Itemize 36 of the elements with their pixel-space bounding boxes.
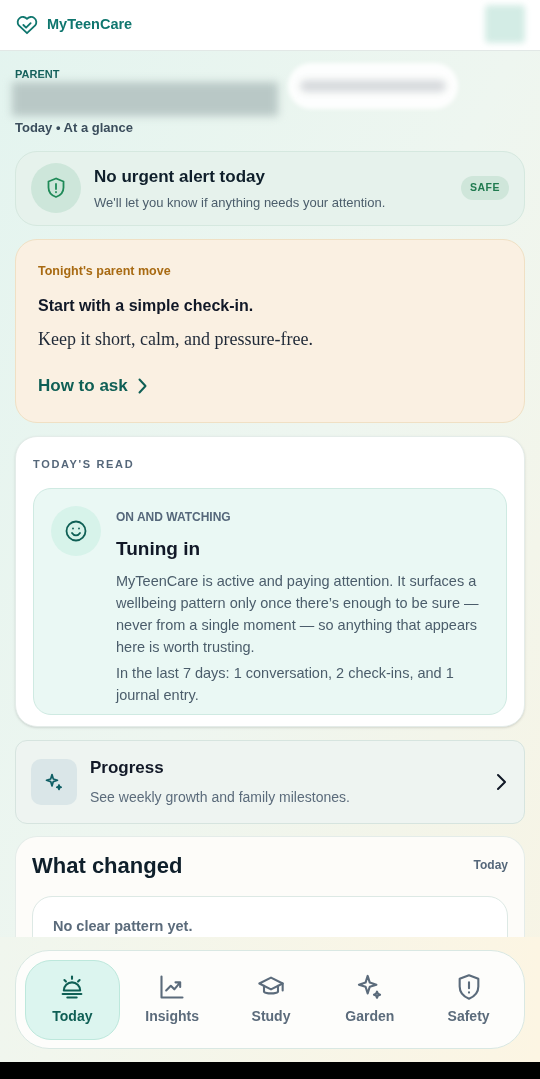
nav-tab[interactable]: Study [224,959,318,1040]
smile-icon [65,520,87,542]
progress-subtitle: See weekly growth and family milestones. [90,787,351,807]
section-title: What changed [32,851,183,880]
shield-alert-icon [46,177,66,199]
alert-message: We'll let you know if anything needs your attention. [94,193,387,212]
alert-title: No urgent alert today [94,166,266,188]
status-title: Tuning in [116,537,202,561]
sparkle-icon [355,972,384,1001]
chevron-right-icon [137,378,147,394]
blurred-button[interactable] [288,63,458,109]
card-body: Keep it short, calm, and pressure-free. [38,328,314,352]
role-label: PARENT [15,69,61,80]
card-title: Start with a simple check-in. [38,296,255,317]
page-subtitle: Today • At a glance [15,119,134,137]
progress-title: Progress [90,757,165,780]
date-label: Today [473,857,508,874]
section-heading: TODAY'S READ [33,456,136,472]
chevron-right-icon [496,772,506,791]
blurred-avatar[interactable] [485,5,525,43]
status-paragraph: MyTeenCare is active and paying attention. It surfaces a wellbeing pattern only once there’s enough to be sure — never from a single moment — so anything that appears here is worth trusting. [116,571,480,657]
sparkle-icon [44,771,64,792]
nav-tab[interactable]: Garden [323,959,417,1040]
card-eyebrow: Tonight's parent move [38,262,172,280]
status-eyebrow: ON AND WATCHING [116,509,232,526]
nav-tab[interactable]: Insights [125,959,219,1040]
progress-card[interactable]: Progress See weekly growth and family milestones. [15,739,525,824]
empty-message: No clear pattern yet. [53,917,193,934]
nav-tab[interactable]: Today [25,959,120,1040]
line-chart-icon [158,972,187,1001]
nav-tab[interactable]: Safety [422,959,515,1040]
how-to-ask-link[interactable]: How to ask [38,373,147,399]
heart-check-icon [16,15,38,35]
status-badge: SAFE [460,176,509,200]
status-paragraph: In the last 7 days: 1 conversation, 2 check-ins, and 1 journal entry. [116,663,455,705]
app-name: MyTeenCare [47,15,133,35]
